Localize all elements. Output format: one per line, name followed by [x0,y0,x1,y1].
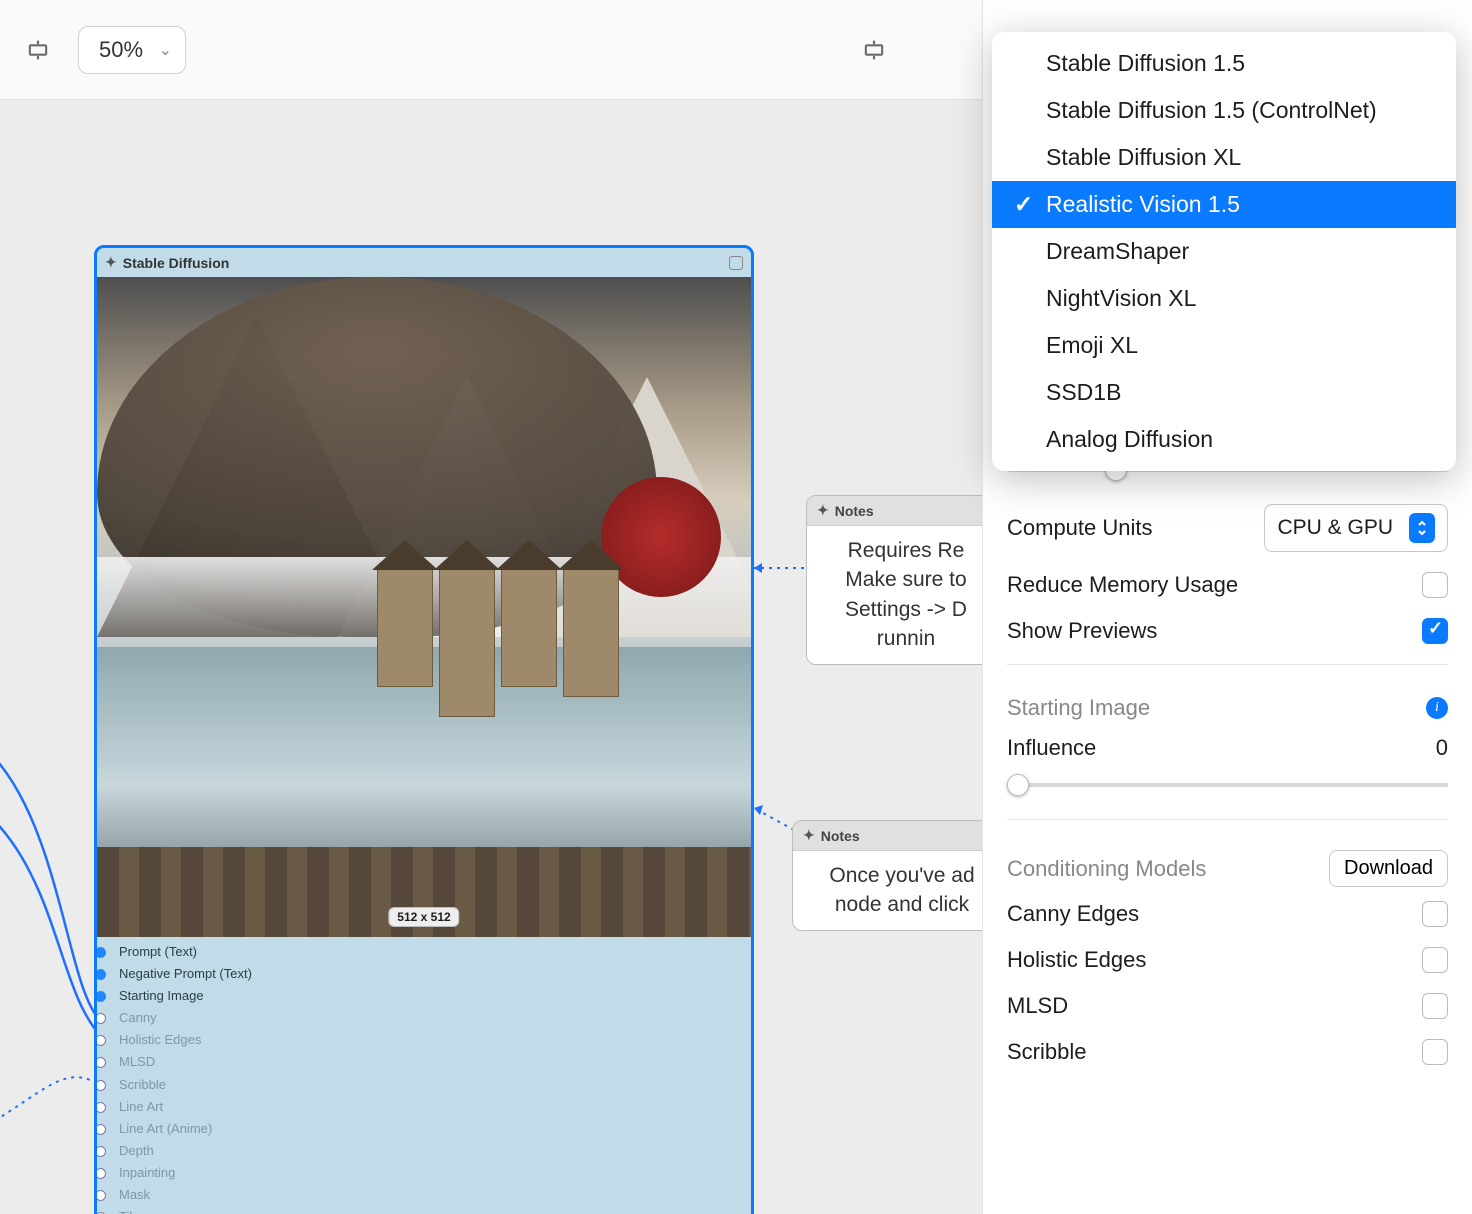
model-option[interactable]: Realistic Vision 1.5 [992,181,1456,228]
input-port[interactable]: Starting Image [109,985,751,1007]
conditioning-label: Canny Edges [1007,901,1422,927]
conditioning-label: Holistic Edges [1007,947,1422,973]
conditioning-label: Scribble [1007,1039,1422,1065]
gear-icon: ✦ [105,254,117,271]
gear-icon: ✦ [803,827,815,844]
crop-icon[interactable] [854,30,894,70]
reduce-memory-label: Reduce Memory Usage [1007,572,1422,598]
model-option[interactable]: SSD1B [992,369,1456,416]
model-option[interactable]: Emoji XL [992,322,1456,369]
input-port[interactable]: Tile [109,1206,751,1214]
node-title: Stable Diffusion [123,255,230,271]
download-button[interactable]: Download [1329,850,1448,887]
input-port[interactable]: Canny [109,1007,751,1029]
compute-select[interactable]: CPU & GPU [1264,504,1448,552]
notes-body: Once you've ad node and click [793,851,982,930]
model-option[interactable]: Stable Diffusion 1.5 [992,40,1456,87]
model-option[interactable]: Stable Diffusion XL [992,134,1456,181]
conditioning-label: MLSD [1007,993,1422,1019]
conditioning-row: Canny Edges [1007,901,1448,927]
influence-label: Influence [1007,735,1436,761]
input-port[interactable]: Inpainting [109,1162,751,1184]
influence-value: 0 [1436,735,1448,761]
notes-body: Requires Re Make sure to Settings -> D r… [807,526,982,664]
compute-label: Compute Units [1007,515,1264,541]
input-port[interactable]: Scribble [109,1074,751,1096]
size-badge: 512 x 512 [388,907,459,927]
conditioning-toggle[interactable] [1422,1039,1448,1065]
input-port[interactable]: Line Art (Anime) [109,1118,751,1140]
expand-icon[interactable] [729,256,743,270]
influence-slider[interactable] [1007,767,1448,793]
input-port[interactable]: MLSD [109,1051,751,1073]
input-port[interactable]: Negative Prompt (Text) [109,963,751,985]
notes-node-2[interactable]: ✦ Notes Once you've ad node and click [792,820,982,931]
notes-title: Notes [821,828,860,844]
canvas[interactable]: ✦ Stable Diffusion 512 x 512 Prompt (Tex… [0,100,982,1214]
zoom-select[interactable]: 50% ⌄ [78,26,186,74]
input-port-list: Prompt (Text)Negative Prompt (Text)Start… [97,937,751,1214]
model-option[interactable]: Stable Diffusion 1.5 (ControlNet) [992,87,1456,134]
node-header[interactable]: ✦ Stable Diffusion [97,248,751,277]
model-option[interactable]: NightVision XL [992,275,1456,322]
input-port[interactable]: Mask [109,1184,751,1206]
conditioning-row: MLSD [1007,993,1448,1019]
show-previews-label: Show Previews [1007,618,1422,644]
model-dropdown[interactable]: Stable Diffusion 1.5Stable Diffusion 1.5… [992,32,1456,471]
input-port[interactable]: Holistic Edges [109,1029,751,1051]
input-port[interactable]: Line Art [109,1096,751,1118]
compute-row: Compute Units CPU & GPU [1007,504,1448,552]
chevron-updown-icon [1409,513,1435,543]
conditioning-toggle[interactable] [1422,901,1448,927]
notes-title: Notes [835,503,874,519]
reduce-memory-row: Reduce Memory Usage [1007,572,1448,598]
show-previews-toggle[interactable] [1422,618,1448,644]
conditioning-section: Conditioning Models Download [1007,850,1448,887]
input-port[interactable]: Prompt (Text) [109,941,751,963]
reduce-memory-toggle[interactable] [1422,572,1448,598]
fit-icon[interactable] [18,30,58,70]
conditioning-row: Scribble [1007,1039,1448,1065]
notes-node-1[interactable]: ✦ Notes Requires Re Make sure to Settings… [806,495,982,665]
model-option[interactable]: Analog Diffusion [992,416,1456,463]
starting-image-section: Starting Image i [1007,695,1448,721]
model-option[interactable]: DreamShaper [992,228,1456,275]
show-previews-row: Show Previews [1007,618,1448,644]
conditioning-toggle[interactable] [1422,947,1448,973]
conditioning-toggle[interactable] [1422,993,1448,1019]
info-icon[interactable]: i [1426,697,1448,719]
node-preview: 512 x 512 [97,277,751,937]
gear-icon: ✦ [817,502,829,519]
input-port[interactable]: Depth [109,1140,751,1162]
stable-diffusion-node[interactable]: ✦ Stable Diffusion 512 x 512 Prompt (Tex… [94,245,754,1214]
conditioning-row: Holistic Edges [1007,947,1448,973]
influence-row: Influence 0 [1007,735,1448,761]
